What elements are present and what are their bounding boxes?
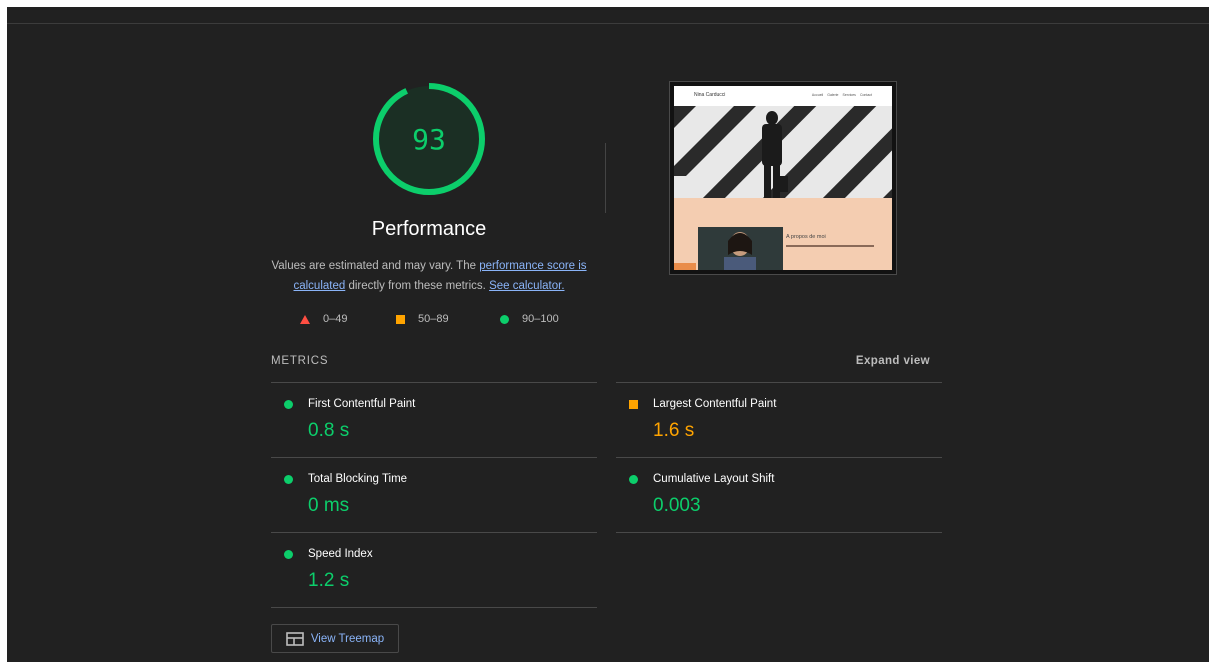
- thumb-nav-links: Accueil Galerie Services Contact: [812, 93, 872, 97]
- thumb-about-section: A propos de moi: [674, 207, 892, 270]
- metric-name: First Contentful Paint: [308, 398, 416, 410]
- legend-average: 50–89: [396, 312, 449, 326]
- red-triangle-icon: [300, 314, 310, 324]
- screenshot-page: Nina Carducci Accueil Galerie Services C…: [674, 86, 892, 270]
- orange-square-icon: [396, 314, 405, 324]
- green-circle-icon: [629, 475, 638, 484]
- metric-name: Speed Index: [308, 548, 373, 560]
- legend-average-range: 50–89: [418, 313, 449, 325]
- thumb-nav-link: Galerie: [827, 93, 839, 97]
- thumb-nav-link: Accueil: [811, 93, 824, 97]
- description-prefix: Values are estimated and may vary. The: [271, 260, 480, 272]
- metric-value: 0 ms: [308, 495, 350, 516]
- metric-speed-index[interactable]: Speed Index 1.2 s: [271, 532, 597, 608]
- orange-square-icon: [629, 400, 638, 409]
- view-treemap-button[interactable]: View Treemap: [271, 624, 399, 653]
- see-calculator-link[interactable]: See calculator.: [489, 280, 564, 292]
- vertical-divider: [605, 143, 606, 213]
- metric-name: Cumulative Layout Shift: [653, 473, 775, 485]
- metric-largest-contentful-paint[interactable]: Largest Contentful Paint 1.6 s: [616, 382, 942, 457]
- thumb-text-block: [786, 245, 874, 247]
- legend-pass: 90–100: [500, 312, 559, 326]
- metric-first-contentful-paint[interactable]: First Contentful Paint 0.8 s: [271, 382, 597, 457]
- green-circle-icon: [500, 314, 509, 324]
- thumb-nav-link: Contact: [859, 93, 872, 97]
- view-treemap-label: View Treemap: [310, 632, 385, 645]
- metrics-heading: METRICS: [271, 355, 329, 367]
- thumb-hero-image: [674, 106, 892, 207]
- performance-score: 93: [412, 122, 446, 156]
- expand-view-button[interactable]: Expand view: [820, 355, 930, 367]
- treemap-icon: [286, 631, 304, 646]
- legend-pass-range: 90–100: [522, 313, 559, 325]
- metric-value: 0.8 s: [308, 420, 350, 441]
- green-circle-icon: [284, 550, 293, 559]
- top-divider: [7, 23, 1209, 24]
- metric-value: 0.003: [653, 495, 701, 516]
- legend-fail-range: 0–49: [323, 313, 348, 325]
- metric-total-blocking-time[interactable]: Total Blocking Time 0 ms: [271, 457, 597, 532]
- metric-value: 1.2 s: [308, 570, 350, 591]
- description-mid: directly from these metrics.: [345, 279, 490, 292]
- metric-name: Total Blocking Time: [308, 473, 408, 485]
- green-circle-icon: [284, 400, 293, 409]
- thumb-portrait-image: [698, 227, 783, 270]
- metric-value: 1.6 s: [653, 420, 695, 441]
- thumb-nav-link: Services: [842, 93, 856, 97]
- report-frame: [7, 7, 1209, 662]
- thumb-about-heading: A propos de moi: [786, 234, 826, 240]
- category-title: Performance: [371, 218, 487, 240]
- metric-cumulative-layout-shift[interactable]: Cumulative Layout Shift 0.003: [616, 457, 942, 533]
- thumb-navbar: Nina Carducci Accueil Galerie Services C…: [674, 86, 892, 106]
- thumb-accent-block: [674, 263, 696, 270]
- metric-name: Largest Contentful Paint: [653, 398, 777, 410]
- score-description: Values are estimated and may vary. The p…: [268, 257, 590, 296]
- final-screenshot[interactable]: Nina Carducci Accueil Galerie Services C…: [669, 81, 897, 275]
- thumb-site-name: Nina Carducci: [694, 92, 726, 98]
- legend-fail: 0–49: [300, 312, 347, 326]
- green-circle-icon: [284, 475, 293, 484]
